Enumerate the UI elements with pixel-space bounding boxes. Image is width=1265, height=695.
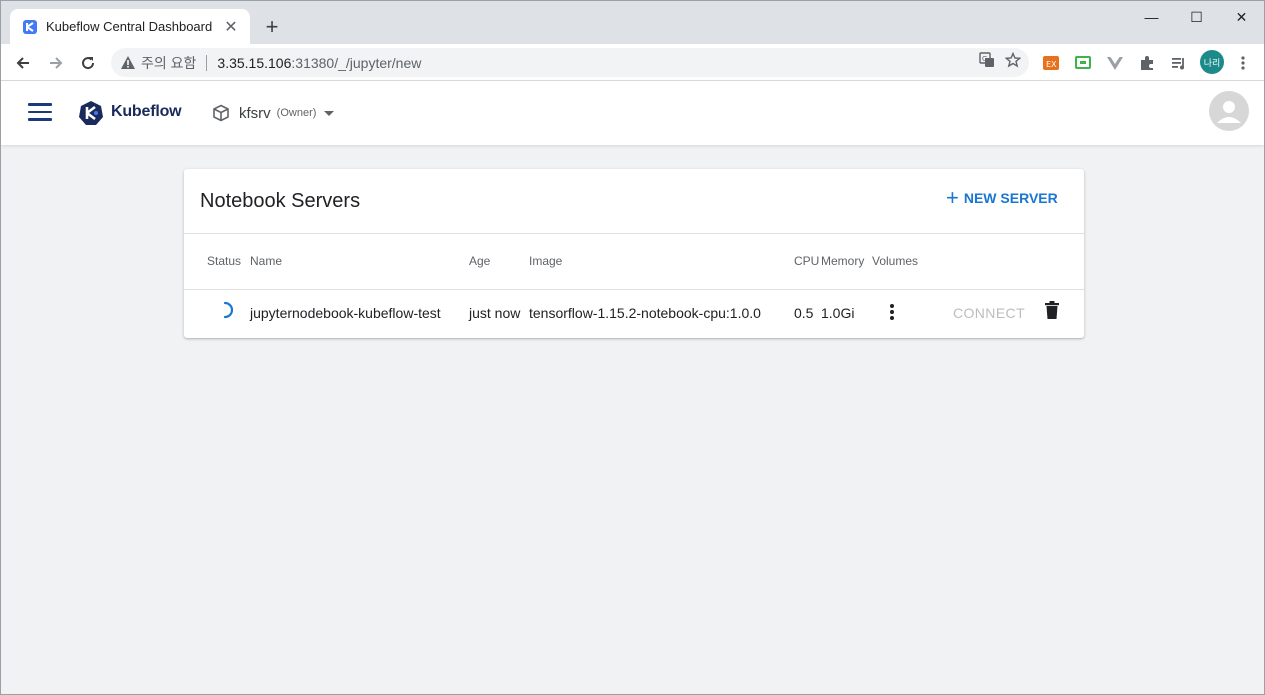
browser-tab[interactable]: Kubeflow Central Dashboard ✕ bbox=[10, 9, 250, 44]
forward-arrow-icon bbox=[50, 57, 63, 69]
column-header-memory: Memory bbox=[821, 254, 865, 268]
browser-menu-icon[interactable] bbox=[1233, 53, 1253, 73]
user-silhouette-icon bbox=[1217, 101, 1241, 123]
column-header-volumes: Volumes bbox=[872, 254, 919, 268]
row-divider bbox=[184, 289, 1084, 290]
tab-strip: Kubeflow Central Dashboard ✕ + — ☐ ✕ bbox=[1, 1, 1264, 44]
back-button[interactable] bbox=[9, 49, 37, 77]
namespace-cube-icon bbox=[213, 104, 229, 122]
kubeflow-favicon-icon bbox=[22, 19, 38, 35]
media-control-icon[interactable] bbox=[1169, 53, 1189, 73]
volumes-more-icon[interactable] bbox=[888, 302, 896, 322]
new-server-label: NEW SERVER bbox=[963, 190, 1058, 206]
namespace-role: (Owner) bbox=[276, 107, 317, 119]
extension-vue-icon[interactable] bbox=[1105, 53, 1125, 73]
user-avatar[interactable] bbox=[1209, 91, 1249, 131]
address-bar[interactable]: 주의 요함 3.35.15.106:31380/_/jupyter/new G bbox=[111, 48, 1029, 77]
bookmark-star-icon[interactable] bbox=[1004, 51, 1022, 73]
namespace-selector[interactable]: kfsrv (Owner) bbox=[212, 104, 335, 122]
extension-screen-icon[interactable] bbox=[1073, 53, 1093, 73]
column-header-status: Status bbox=[207, 254, 242, 268]
delete-trash-icon[interactable] bbox=[1045, 301, 1059, 319]
profile-avatar[interactable]: 나리 bbox=[1200, 50, 1224, 74]
server-memory: 1.0Gi bbox=[821, 305, 855, 321]
browser-window: Kubeflow Central Dashboard ✕ + — ☐ ✕ 주의 … bbox=[0, 0, 1265, 695]
column-header-image: Image bbox=[529, 254, 563, 268]
reload-icon bbox=[82, 57, 95, 70]
url-path: :31380/_/jupyter/new bbox=[291, 54, 422, 71]
forward-button[interactable] bbox=[42, 49, 70, 77]
column-header-cpu: CPU bbox=[794, 254, 820, 268]
omnibox-actions: G bbox=[979, 51, 1022, 73]
extensions-puzzle-icon[interactable] bbox=[1137, 53, 1157, 73]
kubeflow-logo-icon bbox=[79, 101, 103, 125]
brand-name: Kubeflow bbox=[111, 103, 182, 120]
reload-button[interactable] bbox=[74, 49, 102, 77]
close-window-button[interactable]: ✕ bbox=[1219, 1, 1264, 33]
url-host: 3.35.15.106 bbox=[217, 54, 292, 71]
column-header-age: Age bbox=[469, 254, 491, 268]
app-header: Kubeflow kfsrv (Owner) bbox=[1, 81, 1264, 145]
maximize-button[interactable]: ☐ bbox=[1174, 1, 1219, 33]
namespace-name: kfsrv bbox=[239, 104, 271, 122]
server-cpu: 0.5 bbox=[794, 305, 814, 321]
svg-text:EX: EX bbox=[1046, 60, 1057, 69]
new-server-button[interactable]: + NEW SERVER bbox=[946, 185, 1058, 210]
connect-button[interactable]: CONNECT bbox=[953, 305, 1025, 321]
server-image: tensorflow-1.15.2-notebook-cpu:1.0.0 bbox=[529, 305, 761, 321]
server-name: jupyternodebook-kubeflow-test bbox=[250, 305, 441, 321]
notebook-servers-card: Notebook Servers + NEW SERVER Status Nam… bbox=[184, 169, 1084, 338]
plus-icon: + bbox=[946, 185, 959, 210]
tab-title: Kubeflow Central Dashboard bbox=[46, 19, 213, 34]
menu-icon[interactable] bbox=[28, 103, 52, 123]
header-divider bbox=[184, 233, 1084, 234]
loading-spinner-icon bbox=[223, 301, 234, 319]
extension-ex-icon[interactable]: EX bbox=[1041, 53, 1061, 73]
new-tab-button[interactable]: + bbox=[260, 14, 284, 39]
omnibox-separator bbox=[206, 54, 208, 71]
warning-icon[interactable] bbox=[121, 56, 135, 69]
back-arrow-icon bbox=[16, 57, 29, 69]
server-age: just now bbox=[469, 305, 521, 321]
svg-text:G: G bbox=[982, 55, 987, 63]
tab-close-icon[interactable]: ✕ bbox=[222, 18, 240, 36]
column-header-name: Name bbox=[250, 254, 283, 268]
minimize-button[interactable]: — bbox=[1129, 1, 1174, 33]
card-title: Notebook Servers bbox=[200, 190, 361, 212]
security-label[interactable]: 주의 요함 bbox=[141, 53, 196, 73]
translate-icon[interactable]: G bbox=[979, 52, 995, 73]
dropdown-caret-icon bbox=[324, 110, 335, 116]
browser-toolbar: 주의 요함 3.35.15.106:31380/_/jupyter/new G … bbox=[1, 44, 1264, 81]
